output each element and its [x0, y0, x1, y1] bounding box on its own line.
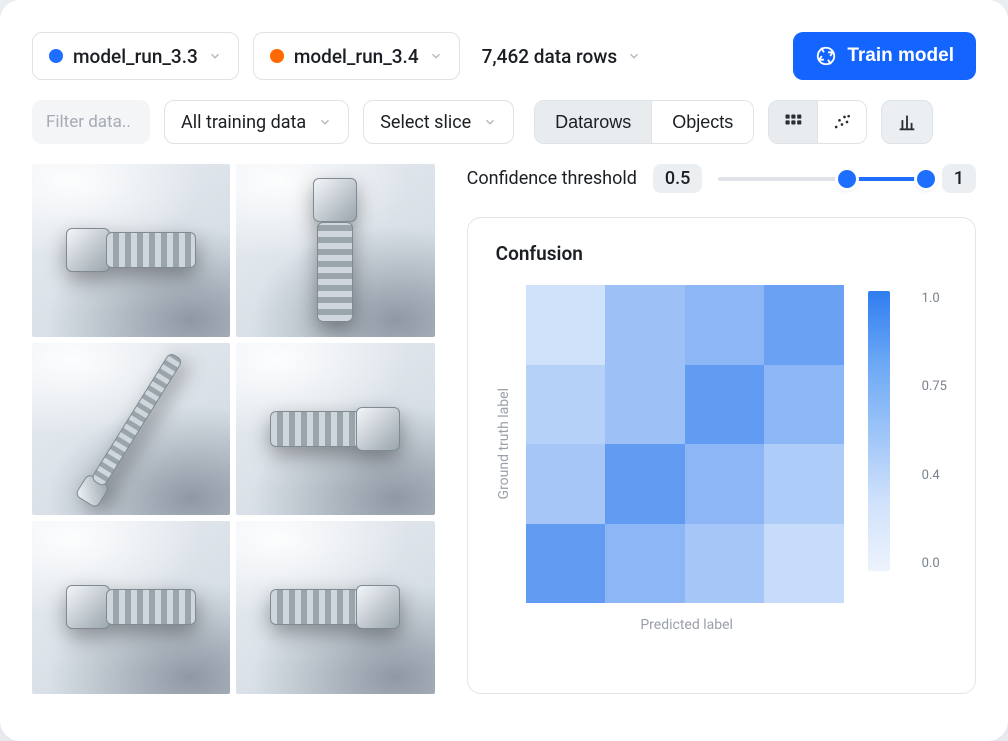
dot-icon: [270, 49, 284, 63]
colorbar-tick: 1.0: [922, 291, 947, 306]
train-model-label: Train model: [847, 45, 954, 67]
chevron-down-icon: [208, 49, 222, 63]
filter-placeholder: Filter data..: [46, 112, 131, 132]
right-column: Confidence threshold 0.5 1 Confusion Gro…: [467, 164, 976, 694]
segment-label: Objects: [672, 112, 733, 132]
colorbar-tick: 0.75: [922, 379, 947, 394]
matrix-cell: [685, 444, 765, 524]
filter-data-input[interactable]: Filter data..: [32, 100, 150, 144]
scatter-icon: [832, 112, 852, 132]
segment-label: Datarows: [555, 112, 631, 132]
top-bar: model_run_3.3 model_run_3.4 7,462 data r…: [32, 32, 976, 80]
bar-chart-button[interactable]: [881, 100, 933, 144]
confusion-matrix-wrap: Ground truth label 1.0 0.75 0.4 0.0: [496, 285, 947, 603]
matrix-cell: [605, 444, 685, 524]
train-model-button[interactable]: Train model: [793, 32, 976, 80]
gallery-thumb[interactable]: [236, 343, 434, 516]
matrix-column: Ground truth label: [496, 285, 844, 603]
select-slice-select[interactable]: Select slice: [363, 100, 514, 144]
gallery-thumb[interactable]: [236, 521, 434, 694]
confidence-threshold: Confidence threshold 0.5 1: [467, 164, 976, 193]
chevron-down-icon: [318, 115, 332, 129]
matrix-cell: [685, 524, 765, 604]
training-data-label: All training data: [181, 112, 306, 133]
confusion-panel: Confusion Ground truth label 1.0 0.75 0.4 0…: [467, 217, 976, 694]
chevron-down-icon: [429, 49, 443, 63]
segment-datarows[interactable]: Datarows: [535, 101, 651, 143]
grid-view-button[interactable]: [769, 101, 817, 143]
threshold-max: 1: [942, 164, 976, 193]
matrix-cell: [764, 444, 844, 524]
image-gallery: [32, 164, 435, 694]
model-run-label: model_run_3.4: [294, 45, 419, 68]
confusion-matrix: [526, 285, 844, 603]
matrix-cell: [526, 524, 606, 604]
bar-chart-icon: [896, 111, 918, 133]
matrix-cell: [526, 365, 606, 445]
select-slice-label: Select slice: [380, 112, 471, 133]
slider-track: [718, 177, 925, 181]
model-run-label: model_run_3.3: [73, 45, 198, 68]
colorbar-tick: 0.0: [922, 556, 947, 571]
matrix-cell: [605, 285, 685, 365]
gallery-thumb[interactable]: [32, 521, 230, 694]
gallery-thumb[interactable]: [32, 164, 230, 337]
threshold-slider[interactable]: [718, 167, 925, 191]
model-run-select-1[interactable]: model_run_3.3: [32, 32, 239, 80]
segment-objects[interactable]: Objects: [652, 101, 753, 143]
matrix-cell: [685, 365, 765, 445]
threshold-min: 0.5: [653, 164, 702, 193]
aperture-icon: [815, 45, 837, 67]
grid-icon: [783, 112, 803, 132]
chevron-down-icon: [483, 115, 497, 129]
gallery-thumb[interactable]: [32, 343, 230, 516]
y-axis-label: Ground truth label: [496, 388, 512, 499]
matrix-cell: [605, 365, 685, 445]
matrix-cell: [764, 524, 844, 604]
chevron-down-icon: [627, 49, 641, 63]
matrix-cell: [526, 285, 606, 365]
colorbar: [868, 291, 890, 571]
layout-segment: [768, 100, 867, 144]
matrix-cell: [764, 285, 844, 365]
training-data-select[interactable]: All training data: [164, 100, 349, 144]
filter-bar: Filter data.. All training data Select s…: [32, 100, 976, 144]
slider-handle-lower[interactable]: [838, 170, 856, 188]
colorbar-tick: 0.4: [922, 468, 947, 483]
model-run-select-2[interactable]: model_run_3.4: [253, 32, 460, 80]
matrix-cell: [685, 285, 765, 365]
panel-title: Confusion: [496, 242, 947, 265]
x-axis-label: Predicted label: [528, 617, 846, 633]
view-mode-segment: Datarows Objects: [534, 100, 754, 144]
data-rows-count[interactable]: 7,462 data rows: [474, 45, 650, 68]
app-window: model_run_3.3 model_run_3.4 7,462 data r…: [0, 0, 1008, 741]
main-area: Confidence threshold 0.5 1 Confusion Gro…: [32, 164, 976, 694]
dot-icon: [49, 49, 63, 63]
data-rows-label: 7,462 data rows: [482, 45, 618, 68]
colorbar-labels: 1.0 0.75 0.4 0.0: [922, 291, 947, 571]
matrix-cell: [764, 365, 844, 445]
threshold-label: Confidence threshold: [467, 168, 637, 189]
matrix-cell: [526, 444, 606, 524]
scatter-view-button[interactable]: [818, 101, 866, 143]
gallery-thumb[interactable]: [236, 164, 434, 337]
matrix-cell: [605, 524, 685, 604]
slider-handle-upper[interactable]: [917, 170, 935, 188]
